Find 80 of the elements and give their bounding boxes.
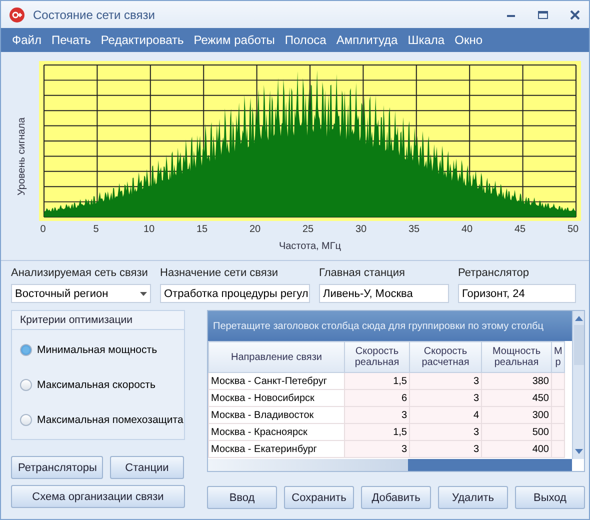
radio-button[interactable] (20, 414, 32, 426)
x-tick-label: 10 (143, 224, 155, 235)
menu-item[interactable]: Окно (450, 33, 488, 47)
x-tick-label: 15 (196, 224, 208, 235)
table-cell: Москва - Владивосток (208, 406, 344, 424)
table-cell: 3 (344, 406, 410, 424)
column-header[interactable]: Скорость реальная (344, 342, 410, 372)
x-tick-label: 25 (302, 224, 314, 235)
menu-item[interactable]: Полоса (280, 33, 332, 47)
x-tick-label: 30 (355, 224, 367, 235)
maximize-icon[interactable] (537, 8, 549, 20)
table-cell: Москва - Красноярск (208, 424, 344, 440)
action-button[interactable]: Ввод (207, 486, 277, 509)
table-cell: 300 (482, 406, 552, 424)
table-cell: Москва - Санкт-Петебруг (208, 372, 344, 390)
scroll-down-icon[interactable] (574, 449, 582, 455)
x-tick-label: 0 (40, 224, 46, 235)
action-button[interactable]: Сохранить (284, 486, 354, 509)
vertical-scrollbar[interactable] (572, 311, 584, 459)
scroll-thumb[interactable] (574, 325, 584, 365)
radio-button[interactable] (20, 344, 32, 356)
table-cell: 6 (344, 390, 410, 406)
table-cell: 3 (410, 424, 482, 440)
field-label: Ретранслятор (458, 267, 530, 279)
caret-icon (140, 292, 147, 296)
input-field[interactable]: Ливень-У, Москва (319, 284, 449, 303)
table-cell: 3 (410, 390, 482, 406)
field-label: Анализируемая сеть связи (11, 267, 149, 279)
panel-title: Критерии оптимизации (12, 311, 184, 330)
radio-label: Максимальная скорость (37, 378, 156, 390)
table-cell: 400 (482, 440, 552, 458)
x-tick-label: 20 (249, 224, 261, 235)
scroll-up-icon[interactable] (574, 315, 582, 321)
input-field[interactable]: Отработка процедуры регул (160, 284, 310, 303)
action-button[interactable]: Выход (515, 486, 585, 509)
window-title: Состояние сети связи (33, 8, 156, 22)
column-header[interactable]: М р (552, 342, 564, 372)
dropdown-field[interactable]: Восточный регион (11, 284, 151, 303)
table-cell: 3 (410, 372, 482, 390)
column-header[interactable]: Мощность реальная (482, 342, 552, 372)
table-cell: 3 (410, 440, 482, 458)
table-cell: Москва - Екатеринбург (208, 440, 344, 458)
column-header[interactable]: Направление связи (208, 342, 344, 372)
stations-button[interactable]: Станции (110, 456, 184, 479)
table-cell: 450 (482, 390, 552, 406)
x-tick-label: 35 (408, 224, 420, 235)
table-cell: 1,5 (344, 424, 410, 440)
field-label: Главная станция (319, 267, 406, 279)
x-tick-label: 5 (93, 224, 99, 235)
x-axis-label: Частота, МГц (278, 241, 342, 252)
menu-item[interactable]: Амплитуда (331, 33, 403, 47)
repeaters-button[interactable]: Ретрансляторы (11, 456, 103, 479)
close-icon[interactable] (569, 8, 581, 20)
x-tick-label: 40 (461, 224, 473, 235)
table-cell: 500 (482, 424, 552, 440)
table-cell: 3 (344, 440, 410, 458)
column-header[interactable]: Скорость расчетная (410, 342, 482, 372)
menu-item[interactable]: Печать (46, 33, 96, 47)
menu-item[interactable]: Файл (7, 33, 47, 47)
menu-item[interactable]: Режим работы (188, 33, 280, 47)
menu-item[interactable]: Шкала (402, 33, 450, 47)
table-cell: 1,5 (344, 372, 410, 390)
menu-item[interactable]: Редактировать (96, 33, 189, 47)
radio-button[interactable] (20, 378, 32, 390)
table-cell: Москва - Новосибирск (208, 390, 344, 406)
scheme-button[interactable]: Схема организации связи (11, 485, 185, 508)
x-tick-label: 50 (567, 224, 579, 235)
y-axis-label: Уровень сигнала (16, 117, 28, 195)
radio-label: Минимальная мощность (37, 344, 158, 356)
table-cell: 380 (482, 372, 552, 390)
radio-label: Максимальная помехозащита (37, 414, 184, 426)
action-button[interactable]: Добавить (361, 486, 431, 509)
table-cell: 4 (410, 406, 482, 424)
input-field[interactable]: Горизонт, 24 (458, 284, 576, 303)
group-panel-hint: Перетащите заголовок столбца сюда для группировки по этому столбц (208, 311, 572, 341)
app-logo-icon (9, 6, 25, 22)
x-tick-label: 45 (514, 224, 526, 235)
action-button[interactable]: Удалить (438, 486, 508, 509)
horizontal-scrollbar[interactable] (208, 459, 572, 471)
field-label: Назначение сети связи (160, 267, 280, 279)
